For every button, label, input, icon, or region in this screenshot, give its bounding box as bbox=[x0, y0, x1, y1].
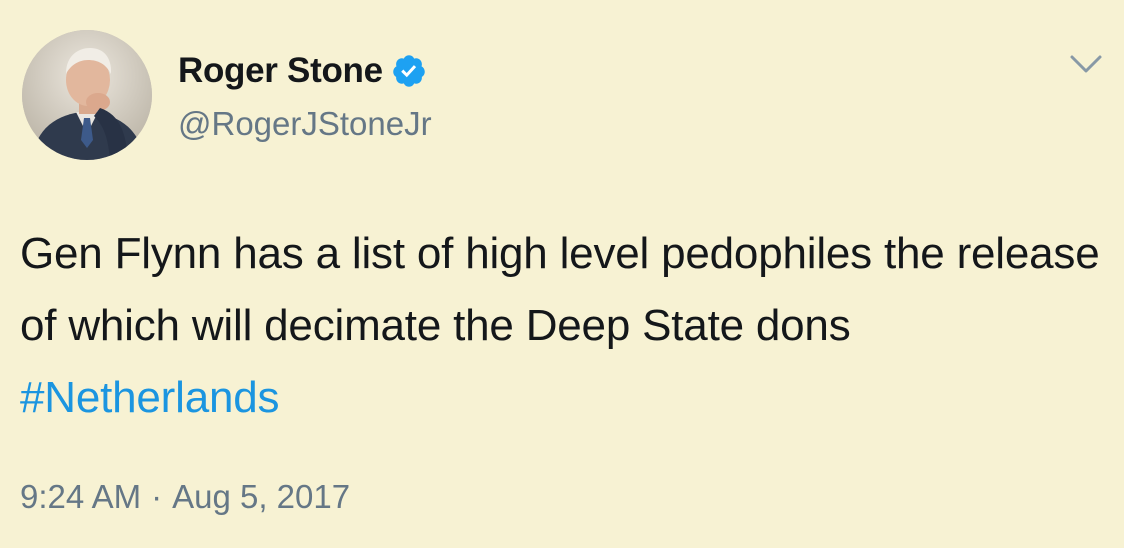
tweet-text-main: Gen Flynn has a list of high level pedop… bbox=[20, 229, 1100, 350]
author-name-row: Roger Stone bbox=[178, 50, 427, 92]
tweet-timestamp: 9:24 AM · Aug 5, 2017 bbox=[20, 478, 350, 516]
tweet-date[interactable]: Aug 5, 2017 bbox=[172, 478, 350, 516]
profile-photo-icon bbox=[22, 30, 152, 160]
avatar[interactable] bbox=[22, 30, 152, 160]
verified-badge-icon bbox=[391, 53, 427, 89]
author-handle[interactable]: @RogerJStoneJr bbox=[178, 105, 432, 143]
chevron-down-icon[interactable] bbox=[1068, 52, 1104, 76]
author-display-name[interactable]: Roger Stone bbox=[178, 51, 383, 91]
hashtag-link[interactable]: #Netherlands bbox=[20, 373, 280, 422]
meta-separator: · bbox=[151, 478, 163, 515]
tweet-time[interactable]: 9:24 AM bbox=[20, 478, 141, 516]
tweet-text: Gen Flynn has a list of high level pedop… bbox=[20, 218, 1100, 434]
tweet-card: Roger Stone @RogerJStoneJr Gen Flynn has… bbox=[0, 0, 1124, 548]
